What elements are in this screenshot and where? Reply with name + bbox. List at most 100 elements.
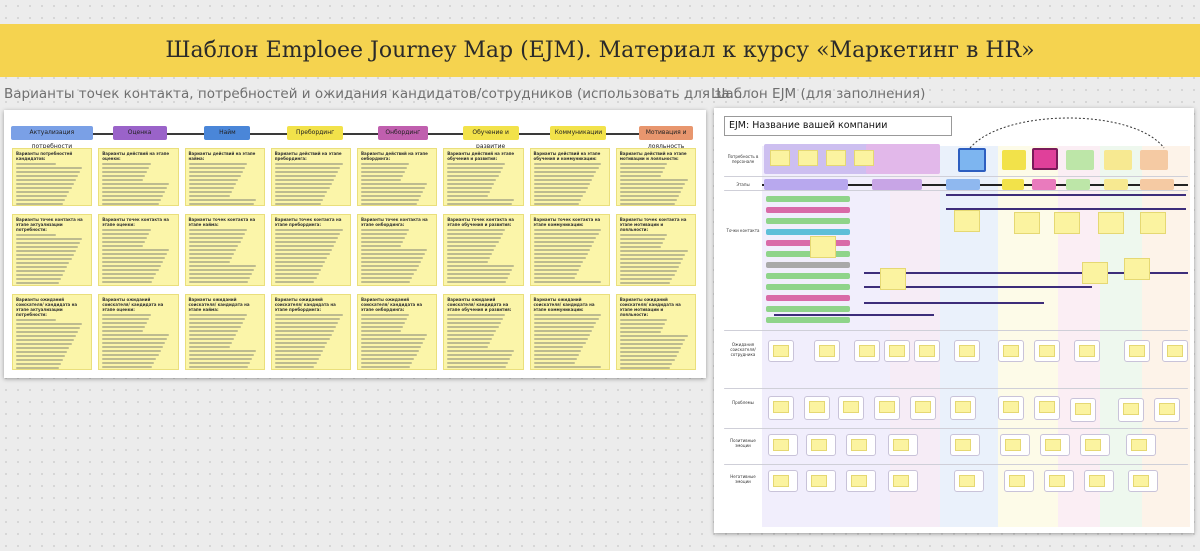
note-text-line: [16, 331, 79, 333]
note-text-line: [188, 175, 241, 177]
frame-ejm-template[interactable]: EJM: Название вашей компании Потребность…: [714, 108, 1194, 533]
note-text-line: [533, 253, 588, 255]
sticky-note[interactable]: Варианты точек контакта на этапе обучени…: [443, 214, 524, 286]
note-text-line: [447, 241, 499, 243]
note-text-line: [447, 261, 488, 263]
title-banner: Шаблон Emploee Journey Map (EJM). Матери…: [0, 24, 1200, 77]
note-text-line: [274, 354, 321, 356]
frame-label-left[interactable]: Варианты точек контакта, потребностей и …: [4, 86, 743, 102]
note-text-line: [533, 179, 593, 181]
sticky-note[interactable]: Варианты ожиданий соискателя/ кандидата …: [184, 294, 265, 370]
note-text-line: [188, 330, 239, 332]
sticky-note[interactable]: Варианты ожиданий соискателя/ кандидата …: [443, 294, 524, 370]
note-text-line: [447, 163, 506, 165]
sticky-note[interactable]: Варианты потребностей кандидатов:: [12, 148, 93, 206]
note-text-line: [274, 203, 321, 205]
note-text-line: [533, 171, 597, 173]
frame-label-right[interactable]: Шаблон EJM (для заполнения): [711, 86, 925, 102]
note-text-line: [16, 179, 76, 181]
note-text-line: [533, 163, 601, 165]
note-text-line: [102, 233, 150, 235]
sticky-note[interactable]: Варианты точек контакта на этапе оценки:: [98, 214, 179, 286]
note-text-line: [447, 179, 497, 181]
sticky-note[interactable]: Варианты точек контакта на этапе мотивац…: [615, 214, 696, 286]
note-text-line: [102, 281, 153, 283]
sticky-note[interactable]: Варианты действий на этапе оценки:: [98, 148, 179, 206]
note-text-line: [16, 203, 63, 205]
note-text-line: [619, 187, 684, 189]
sticky-note[interactable]: Варианты точек контакта на этапе преборд…: [270, 214, 351, 286]
note-text-line: [16, 319, 56, 321]
note-text-line: [188, 273, 253, 275]
sticky-note-title: Варианты действий на этапе мотивации и л…: [619, 151, 687, 161]
note-text-line: [274, 257, 328, 259]
note-text-line: [274, 187, 330, 189]
note-text-line: [274, 277, 317, 279]
note-text-line: [102, 342, 166, 344]
note-text-line: [16, 270, 66, 272]
sticky-note[interactable]: Варианты действий на этапе обучения и ра…: [443, 148, 524, 206]
sticky-note-title: Варианты точек контакта на этапе найма:: [188, 217, 256, 227]
note-text-line: [102, 346, 163, 348]
sticky-note[interactable]: Варианты действий на этапе онбординга:: [357, 148, 438, 206]
note-text-line: [16, 258, 72, 260]
note-text-line: [619, 282, 671, 284]
note-text-line: [361, 326, 403, 328]
note-text-line: [361, 183, 428, 185]
note-text-line: [274, 233, 341, 235]
sticky-note[interactable]: Варианты точек контакта на этапе актуали…: [12, 214, 93, 286]
sticky-note[interactable]: Варианты точек контакта на этапе онборди…: [357, 214, 438, 286]
note-text-line: [619, 262, 682, 264]
note-text-line: [447, 257, 490, 259]
note-text-line: [102, 179, 143, 181]
note-text-line: [188, 322, 243, 324]
note-text-line: [16, 363, 61, 365]
sticky-note[interactable]: Варианты действий на этапе пребординга:: [270, 148, 351, 206]
note-text-line: [16, 278, 61, 280]
note-text-line: [102, 203, 159, 205]
sticky-note[interactable]: Варианты ожиданий соискателя/ кандидата …: [529, 294, 610, 370]
note-text-line: [102, 269, 159, 271]
frame-touchpoints-options[interactable]: Актуализация потребности Оценка Найм Пребор…: [4, 110, 706, 378]
note-text-line: [16, 234, 56, 236]
sticky-note[interactable]: Варианты действий на этапе найма:: [184, 148, 265, 206]
sticky-note-title: Варианты действий на этапе обучения и ко…: [533, 151, 601, 161]
note-text-line: [102, 249, 170, 251]
note-text-line: [274, 171, 339, 173]
note-text-line: [274, 163, 343, 165]
sticky-note[interactable]: Варианты ожиданий соискателя/ кандидата …: [357, 294, 438, 370]
note-text-line: [361, 277, 413, 279]
note-text-line: [274, 191, 328, 193]
sticky-note[interactable]: Варианты ожиданий соискателя/ кандидата …: [615, 294, 696, 370]
note-text-line: [533, 354, 580, 356]
note-text-line: [619, 323, 666, 325]
note-text-line: [533, 233, 599, 235]
note-text-line: [533, 183, 590, 185]
note-text-line: [361, 318, 408, 320]
note-text-line: [188, 183, 237, 185]
sticky-note[interactable]: Варианты точек контакта на этапе коммуни…: [529, 214, 610, 286]
note-text-line: [447, 253, 493, 255]
note-text-line: [102, 366, 153, 368]
sticky-note[interactable]: Варианты ожиданий соискателя/ кандидата …: [12, 294, 93, 370]
note-text-line: [619, 363, 673, 365]
note-text-line: [102, 318, 150, 320]
note-text-line: [102, 245, 143, 247]
sticky-note[interactable]: Варианты точек контакта на этапе найма:: [184, 214, 265, 286]
note-text-line: [102, 277, 155, 279]
note-text-line: [361, 245, 401, 247]
sticky-note[interactable]: Варианты ожиданий соискателя/ кандидата …: [270, 294, 351, 370]
note-text-line: [533, 358, 577, 360]
note-text-line: [619, 270, 677, 272]
note-text-line: [188, 245, 239, 247]
sticky-note[interactable]: Варианты действий на этапе обучения и ко…: [529, 148, 610, 206]
note-text-line: [102, 229, 152, 231]
note-text-line: [533, 346, 584, 348]
sticky-note[interactable]: Варианты ожиданий соискателя/ кандидата …: [98, 294, 179, 370]
note-text-line: [533, 261, 584, 263]
sticky-note[interactable]: Варианты действий на этапе мотивации и л…: [615, 148, 696, 206]
note-text-line: [16, 187, 72, 189]
note-text-line: [16, 347, 70, 349]
note-text-line: [619, 179, 688, 181]
note-text-line: [188, 249, 237, 251]
